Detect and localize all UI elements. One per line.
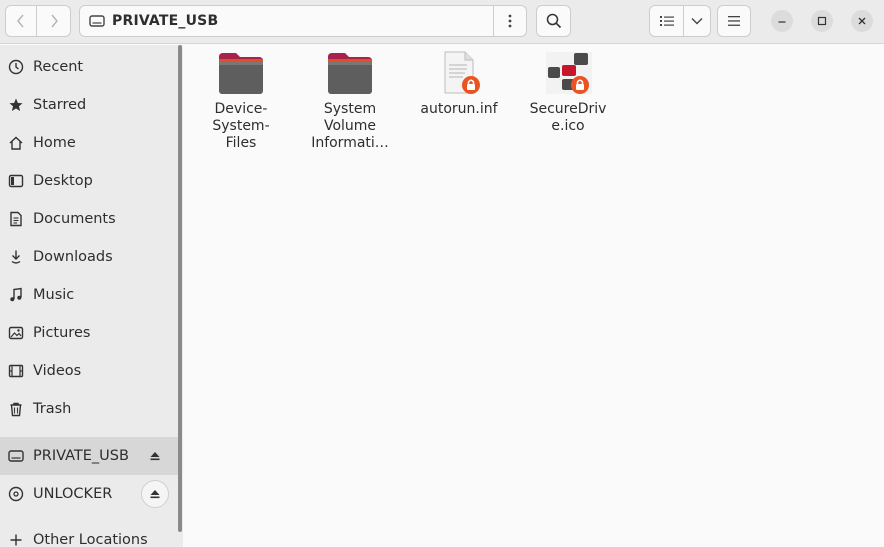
maximize-button[interactable] xyxy=(811,10,833,32)
chevron-left-icon xyxy=(17,14,24,28)
location-menu-button[interactable] xyxy=(493,5,527,37)
sidebar-item-label: Documents xyxy=(33,211,116,227)
picture-icon xyxy=(8,326,24,340)
star-icon xyxy=(9,98,23,111)
sidebar-item-home[interactable]: Home xyxy=(0,124,182,162)
sidebar-scrollbar[interactable] xyxy=(178,45,182,532)
trash-icon xyxy=(10,402,22,417)
document-icon xyxy=(10,211,22,227)
sidebar-item-downloads[interactable]: Downloads xyxy=(0,238,182,276)
file-name: SecureDriv e.ico xyxy=(529,101,607,134)
sidebar-item-label: Other Locations xyxy=(33,532,148,547)
maximize-icon xyxy=(817,16,827,26)
text-file-icon xyxy=(444,51,480,94)
sidebar-item-pictures[interactable]: Pictures xyxy=(0,314,182,352)
sidebar-item-label: Home xyxy=(33,135,76,151)
sidebar-item-desktop[interactable]: Desktop xyxy=(0,162,182,200)
sidebar-item-label: Videos xyxy=(33,363,82,379)
sidebar-item-label: Trash xyxy=(33,401,72,417)
ico-file-icon xyxy=(546,52,592,94)
download-icon xyxy=(11,250,21,264)
file-view[interactable]: Device- System- Files System Volume Info… xyxy=(184,45,884,547)
path-bar[interactable]: PRIVATE_USB xyxy=(79,5,494,37)
drive-icon xyxy=(8,450,24,462)
sidebar-item-label: Pictures xyxy=(33,325,91,341)
sidebar-item-other-locations[interactable]: Other Locations xyxy=(0,521,182,547)
plus-icon xyxy=(10,534,22,546)
clock-icon xyxy=(8,59,24,75)
sidebar-item-label: Desktop xyxy=(33,173,93,189)
file-name: System Volume Informati… xyxy=(311,101,389,151)
disc-icon xyxy=(8,486,24,502)
chevron-down-icon xyxy=(691,18,703,25)
sidebar-item-label: Downloads xyxy=(33,249,113,265)
sidebar-item-starred[interactable]: Starred xyxy=(0,86,182,124)
search-icon xyxy=(546,13,561,29)
sidebar-item-label: PRIVATE_USB xyxy=(33,448,129,464)
home-icon xyxy=(9,136,23,150)
list-view-button[interactable] xyxy=(649,5,684,37)
file-item-image[interactable]: SecureDriv e.ico xyxy=(520,51,616,135)
sidebar-item-documents[interactable]: Documents xyxy=(0,200,182,238)
folder-icon xyxy=(219,53,263,94)
desktop-icon xyxy=(8,174,24,188)
hamburger-icon xyxy=(728,16,740,26)
eject-button[interactable] xyxy=(145,446,165,466)
file-name: Device- System- Files xyxy=(212,101,270,151)
sidebar-item-music[interactable]: Music xyxy=(0,276,182,314)
sidebar: Recent Starred Home Desktop Documents Do… xyxy=(0,45,183,547)
sidebar-item-label: Recent xyxy=(33,59,84,75)
music-icon xyxy=(10,287,22,302)
close-button[interactable] xyxy=(851,10,873,32)
sidebar-item-private-usb[interactable]: PRIVATE_USB xyxy=(0,437,182,475)
sidebar-item-label: Music xyxy=(33,287,75,303)
main-menu-button[interactable] xyxy=(717,5,751,37)
sidebar-item-trash[interactable]: Trash xyxy=(0,390,182,428)
folder-icon xyxy=(328,53,372,94)
sidebar-item-unlocker[interactable]: UNLOCKER xyxy=(0,475,182,513)
back-button[interactable] xyxy=(5,5,37,37)
forward-button[interactable] xyxy=(36,5,71,37)
sidebar-item-recent[interactable]: Recent xyxy=(0,48,182,86)
minimize-icon xyxy=(778,21,786,23)
search-button[interactable] xyxy=(536,5,571,37)
file-name: autorun.inf xyxy=(420,101,498,117)
file-item-text[interactable]: autorun.inf xyxy=(411,51,507,118)
eject-icon xyxy=(150,452,160,461)
list-view-icon xyxy=(659,16,674,26)
sidebar-item-videos[interactable]: Videos xyxy=(0,352,182,390)
sidebar-item-label: UNLOCKER xyxy=(33,486,113,502)
minimize-button[interactable] xyxy=(771,10,793,32)
view-options-dropdown[interactable] xyxy=(683,5,711,37)
drive-icon xyxy=(89,15,105,27)
sidebar-item-label: Starred xyxy=(33,97,87,113)
video-icon xyxy=(8,364,24,378)
kebab-menu-icon xyxy=(508,14,512,28)
close-icon xyxy=(858,17,866,25)
chevron-right-icon xyxy=(50,14,58,28)
header-bar: PRIVATE_USB xyxy=(0,0,884,44)
eject-icon xyxy=(150,490,160,499)
eject-button[interactable] xyxy=(141,480,169,508)
file-item-folder[interactable]: Device- System- Files xyxy=(193,51,289,152)
current-location-label: PRIVATE_USB xyxy=(112,13,219,29)
file-item-folder[interactable]: System Volume Informati… xyxy=(302,51,398,152)
